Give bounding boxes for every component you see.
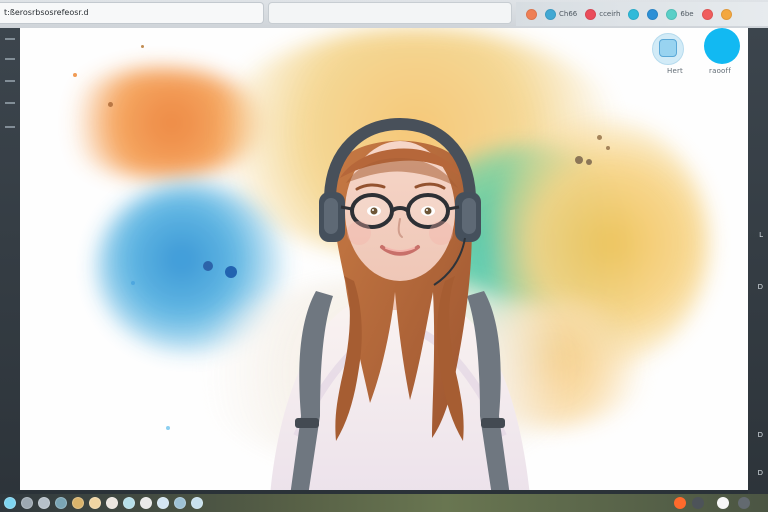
sidebar-tick[interactable] bbox=[5, 126, 15, 128]
taskbar-app-icon[interactable] bbox=[55, 497, 67, 509]
taskbar-app-icon[interactable] bbox=[4, 497, 16, 509]
tray-label: cceirh bbox=[599, 10, 621, 18]
tray-circle-icon[interactable] bbox=[720, 8, 732, 20]
sidebar-tick[interactable] bbox=[5, 80, 15, 82]
sidebar-letter: L bbox=[759, 231, 763, 239]
tray-circle-icon[interactable] bbox=[647, 8, 659, 20]
address-bar[interactable]: t:ßerosrbsosrefeosr.d bbox=[0, 2, 264, 24]
app-button-label: Hert bbox=[667, 67, 683, 75]
left-sidebar bbox=[0, 28, 20, 494]
tray-circle-icon[interactable] bbox=[628, 8, 640, 20]
taskbar-app-icon[interactable] bbox=[191, 497, 203, 509]
main-canvas: Hert raooff bbox=[20, 28, 748, 490]
paint-splatter bbox=[575, 156, 583, 164]
paint-splatter bbox=[586, 159, 592, 165]
sidebar-tick[interactable] bbox=[5, 102, 15, 104]
sidebar-tick[interactable] bbox=[5, 58, 15, 60]
taskbar-tray-icon[interactable] bbox=[674, 497, 686, 509]
app-button-label: raooff bbox=[709, 67, 731, 75]
tray-circle-icon[interactable] bbox=[701, 8, 713, 20]
tray-label: Ch66 bbox=[559, 10, 578, 18]
tray-circle-icon[interactable] bbox=[585, 8, 597, 20]
paint-splatter bbox=[225, 266, 237, 278]
paint-splatter bbox=[597, 135, 602, 140]
toolbar-icon-strip: Ch66 cceirh 6be bbox=[516, 2, 768, 26]
browser-top-bar: t:ßerosrbsosrefeosr.d Ch66 cceirh 6be bbox=[0, 0, 768, 29]
sidebar-tick[interactable] bbox=[5, 38, 15, 40]
taskbar-app-icon[interactable] bbox=[174, 497, 186, 509]
taskbar-app-icon[interactable] bbox=[140, 497, 152, 509]
tray-label: 6be bbox=[680, 10, 694, 18]
tray-circle-icon[interactable] bbox=[545, 8, 556, 20]
paint-splatter bbox=[141, 45, 144, 48]
taskbar-tray-icon[interactable] bbox=[692, 497, 704, 509]
paint-splatter bbox=[108, 102, 113, 107]
right-sidebar: L D D D bbox=[748, 28, 768, 494]
paint-splatter bbox=[166, 426, 170, 430]
desktop-screen: t:ßerosrbsosrefeosr.d Ch66 cceirh 6be L … bbox=[0, 0, 768, 512]
taskbar-tray-icon[interactable] bbox=[717, 497, 729, 509]
app-button-icon[interactable] bbox=[659, 39, 677, 57]
sidebar-letter: D bbox=[757, 431, 763, 439]
browser-tab[interactable] bbox=[268, 2, 512, 24]
taskbar-app-icon[interactable] bbox=[72, 497, 84, 509]
taskbar-app-icon[interactable] bbox=[106, 497, 118, 509]
paint-splatter bbox=[131, 281, 135, 285]
taskbar-app-icon[interactable] bbox=[157, 497, 169, 509]
tray-circle-icon[interactable] bbox=[526, 8, 537, 20]
app-button-icon[interactable] bbox=[704, 28, 740, 64]
paint-splatter bbox=[73, 73, 77, 77]
taskbar-app-icon[interactable] bbox=[38, 497, 50, 509]
taskbar-app-icon[interactable] bbox=[21, 497, 33, 509]
paint-splatter bbox=[606, 146, 610, 150]
taskbar-tray-icon[interactable] bbox=[738, 497, 750, 509]
portrait-illustration bbox=[270, 117, 530, 490]
taskbar bbox=[0, 494, 768, 512]
paint-splatter bbox=[203, 261, 213, 271]
sidebar-letter: D bbox=[757, 283, 763, 291]
sidebar-letter: D bbox=[757, 469, 763, 477]
tray-circle-icon[interactable] bbox=[666, 8, 678, 20]
taskbar-app-icon[interactable] bbox=[123, 497, 135, 509]
taskbar-app-icon[interactable] bbox=[89, 497, 101, 509]
